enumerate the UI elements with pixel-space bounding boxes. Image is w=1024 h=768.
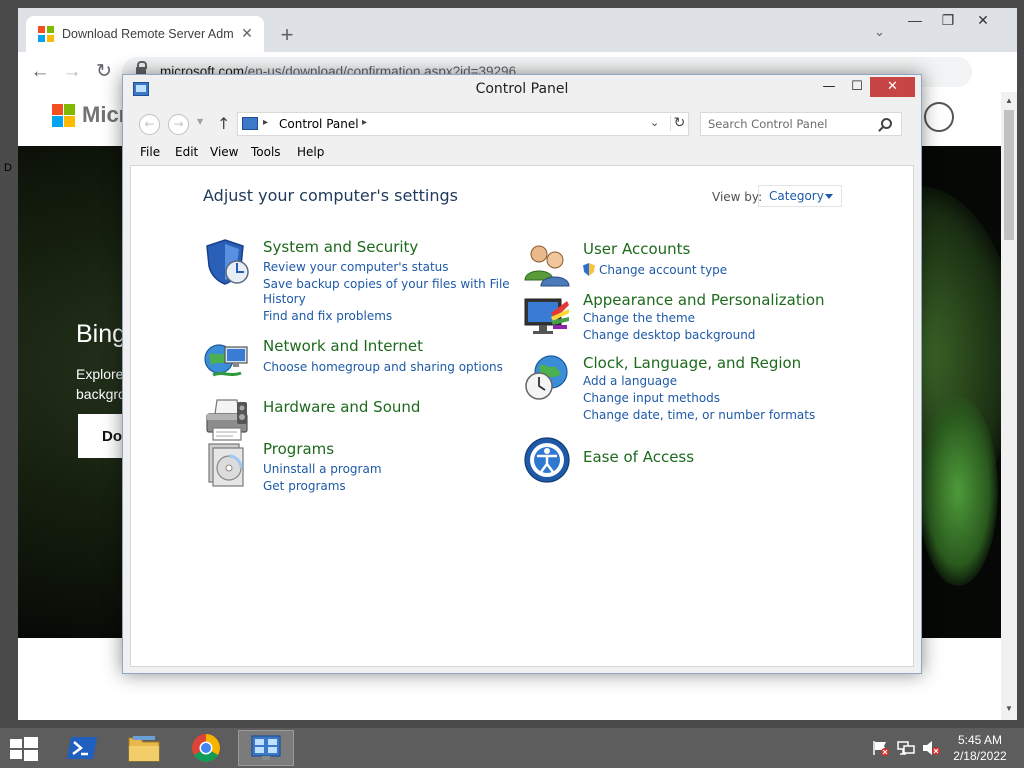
browser-minimize-button[interactable]: — bbox=[900, 12, 930, 28]
back-arrow-icon[interactable]: ← bbox=[139, 114, 160, 135]
browser-tab[interactable]: Download Remote Server Administration To… bbox=[26, 16, 264, 52]
chrome-icon[interactable] bbox=[178, 730, 234, 766]
leaf-decoration bbox=[918, 396, 998, 586]
link-change-desktop-background[interactable]: Change desktop background bbox=[583, 327, 755, 343]
shield-icon[interactable] bbox=[203, 238, 251, 286]
programs-icon[interactable] bbox=[203, 440, 251, 488]
scroll-down-arrow-icon[interactable]: ▼ bbox=[1005, 704, 1013, 713]
page-scrollbar[interactable]: ▲ ▼ bbox=[1001, 92, 1017, 720]
breadcrumb-chevron-icon[interactable]: ▸ bbox=[362, 117, 367, 128]
hero-title: Bing bbox=[76, 320, 127, 348]
tab-strip: Download Remote Server Administration To… bbox=[18, 8, 1017, 52]
powershell-icon[interactable] bbox=[54, 730, 110, 766]
view-by-label: View by: bbox=[712, 190, 763, 204]
file-explorer-icon[interactable] bbox=[116, 730, 172, 766]
link-change-date-time-formats[interactable]: Change date, time, or number formats bbox=[583, 407, 815, 423]
globe-network-icon[interactable] bbox=[203, 337, 251, 385]
category-title[interactable]: System and Security bbox=[263, 238, 418, 256]
navigation-bar: ← → ▼ ↑ ▸ Control Panel ▸ ⌄ ↻ bbox=[123, 105, 921, 143]
category-title[interactable]: Clock, Language, and Region bbox=[583, 354, 801, 372]
desktop-edge-text: D bbox=[4, 162, 12, 174]
breadcrumb-control-panel[interactable]: Control Panel bbox=[279, 117, 359, 131]
account-icon[interactable] bbox=[924, 102, 954, 132]
menu-edit[interactable]: Edit bbox=[175, 145, 198, 159]
search-icon[interactable] bbox=[881, 118, 892, 129]
link-save-backup[interactable]: Save backup copies of your files with Fi… bbox=[263, 276, 510, 292]
category-title[interactable]: Programs bbox=[263, 440, 334, 458]
browser-maximize-button[interactable]: ❐ bbox=[933, 12, 963, 29]
volume-muted-icon[interactable] bbox=[922, 740, 940, 756]
taskbar: 5:45 AM 2/18/2022 bbox=[0, 728, 1024, 768]
link-change-account-type[interactable]: Change account type bbox=[583, 262, 727, 278]
search-box[interactable] bbox=[700, 112, 902, 136]
menu-help[interactable]: Help bbox=[297, 145, 324, 159]
menu-bar: File Edit View Tools Help bbox=[123, 143, 921, 165]
new-tab-button[interactable]: + bbox=[274, 22, 300, 48]
page-title: Adjust your computer's settings bbox=[203, 186, 458, 205]
link-homegroup-sharing[interactable]: Choose homegroup and sharing options bbox=[263, 359, 503, 375]
category-title[interactable]: Ease of Access bbox=[583, 448, 694, 466]
category-title[interactable]: Appearance and Personalization bbox=[583, 291, 825, 309]
up-arrow-icon[interactable]: ↑ bbox=[217, 114, 230, 133]
menu-file[interactable]: File bbox=[140, 145, 160, 159]
category-title[interactable]: Network and Internet bbox=[263, 337, 423, 355]
link-change-theme[interactable]: Change the theme bbox=[583, 310, 695, 326]
maximize-button[interactable]: ☐ bbox=[843, 77, 871, 99]
ease-of-access-icon[interactable] bbox=[523, 436, 571, 484]
back-button[interactable]: ← bbox=[28, 60, 52, 84]
hero-download-button[interactable]: Download bbox=[78, 414, 174, 458]
close-button[interactable]: ✕ bbox=[870, 77, 915, 97]
printer-icon[interactable] bbox=[203, 396, 251, 444]
menu-tools[interactable]: Tools bbox=[251, 145, 281, 159]
link-find-fix-problems[interactable]: Find and fix problems bbox=[263, 308, 392, 324]
link-add-language[interactable]: Add a language bbox=[583, 373, 677, 389]
refresh-icon[interactable]: ↻ bbox=[670, 115, 688, 131]
monitor-palette-icon[interactable] bbox=[523, 291, 571, 339]
reload-button[interactable]: ↻ bbox=[92, 60, 116, 84]
view-by-dropdown[interactable]: Category bbox=[758, 185, 842, 207]
clock-time[interactable]: 5:45 AM bbox=[948, 733, 1012, 747]
start-icon[interactable] bbox=[10, 737, 38, 761]
link-review-status[interactable]: Review your computer's status bbox=[263, 259, 449, 275]
forward-button[interactable]: → bbox=[60, 60, 84, 84]
minimize-button[interactable]: — bbox=[815, 77, 843, 99]
link-get-programs[interactable]: Get programs bbox=[263, 478, 346, 494]
scroll-up-arrow-icon[interactable]: ▲ bbox=[1005, 96, 1013, 105]
category-title[interactable]: User Accounts bbox=[583, 240, 690, 258]
search-input[interactable] bbox=[701, 113, 877, 135]
clock-date[interactable]: 2/18/2022 bbox=[948, 749, 1012, 763]
address-bar[interactable]: ▸ Control Panel ▸ ⌄ ↻ bbox=[237, 112, 689, 136]
tab-title: Download Remote Server Administration To… bbox=[62, 27, 234, 41]
link-save-backup-cont[interactable]: History bbox=[263, 291, 306, 307]
scrollbar-thumb[interactable] bbox=[1004, 110, 1014, 240]
breadcrumb-chevron-icon[interactable]: ▸ bbox=[263, 117, 268, 128]
category-title[interactable]: Hardware and Sound bbox=[263, 398, 420, 416]
clock-globe-icon[interactable] bbox=[523, 354, 571, 402]
link-uninstall-program[interactable]: Uninstall a program bbox=[263, 461, 382, 477]
link-change-input-methods[interactable]: Change input methods bbox=[583, 390, 720, 406]
users-icon[interactable] bbox=[523, 240, 571, 288]
action-center-flag-icon[interactable] bbox=[872, 740, 890, 756]
tab-search-chevron-icon[interactable]: ⌄ bbox=[874, 24, 885, 40]
control-panel-window: Control Panel — ☐ ✕ ← → ▼ ↑ ▸ Control Pa… bbox=[122, 74, 922, 674]
window-titlebar[interactable]: Control Panel — ☐ ✕ bbox=[123, 75, 921, 105]
microsoft-logo-icon[interactable] bbox=[52, 104, 75, 127]
control-panel-content: Adjust your computer's settings View by:… bbox=[130, 165, 914, 667]
menu-view[interactable]: View bbox=[210, 145, 238, 159]
uac-shield-icon bbox=[583, 263, 595, 276]
tab-close-icon[interactable]: ✕ bbox=[238, 24, 256, 42]
control-panel-icon bbox=[242, 117, 258, 130]
window-title: Control Panel bbox=[475, 81, 569, 97]
address-dropdown-icon[interactable]: ⌄ bbox=[650, 116, 659, 129]
browser-close-button[interactable]: ✕ bbox=[968, 12, 998, 29]
microsoft-favicon-icon bbox=[38, 26, 54, 42]
control-panel-icon[interactable] bbox=[238, 730, 294, 766]
recent-locations-dropdown-icon[interactable]: ▼ bbox=[197, 117, 203, 126]
network-icon[interactable] bbox=[897, 740, 915, 756]
forward-arrow-icon[interactable]: → bbox=[168, 114, 189, 135]
